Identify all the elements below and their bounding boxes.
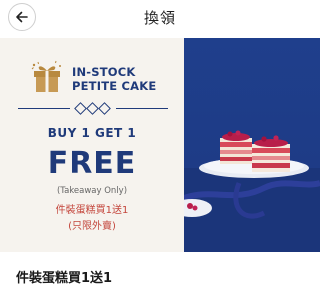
offer-line: BUY 1 GET 1: [47, 126, 137, 140]
gift-box-icon: [31, 60, 61, 92]
ornament-divider: [18, 102, 168, 115]
cake-illustration: [184, 130, 320, 252]
chinese-note: (只限外賣): [68, 221, 116, 232]
top-bar: 換領: [0, 0, 320, 33]
promo-text-panel: IN-STOCK PETITE CAKE BUY 1 GET 1 FREE (T…: [0, 38, 184, 252]
chinese-offer: 件裝蛋糕買1送1: [55, 205, 129, 216]
promo-banner: IN-STOCK PETITE CAKE BUY 1 GET 1 FREE (T…: [0, 38, 320, 252]
headline-line-1: IN-STOCK: [72, 65, 136, 79]
item-title: 件裝蛋糕買1送1: [16, 271, 113, 286]
takeaway-note: (Takeaway Only): [56, 186, 128, 196]
free-text: FREE: [47, 146, 137, 181]
headline-line-2: PETITE CAKE: [72, 79, 157, 93]
cake-photo: [184, 38, 320, 252]
page-title: 換領: [143, 9, 176, 27]
